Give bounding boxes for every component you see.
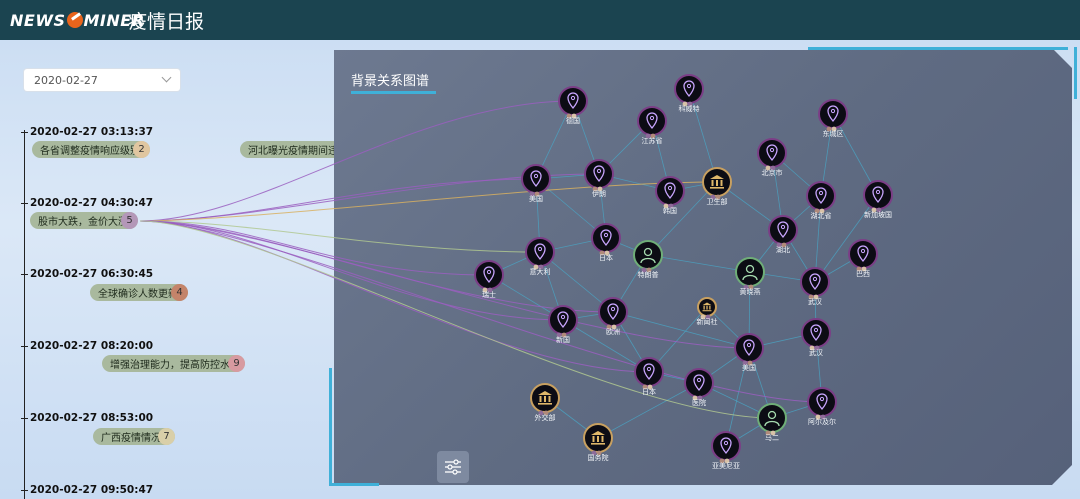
graph-node-riben2[interactable]: 日本 [634, 357, 664, 396]
node-label: 武汉 [808, 297, 822, 306]
graph-node-yilang[interactable]: 伊朗 [584, 159, 614, 198]
event-link-curve [139, 220, 773, 419]
graph-node-xinwenshe[interactable]: 新闻社 [697, 297, 718, 326]
graph-node-hanguo[interactable]: 韩国 [655, 176, 685, 215]
node-circle [548, 305, 578, 335]
node-label: 意大利 [530, 267, 551, 276]
node-label: 欧洲 [606, 327, 620, 336]
graph-node-xinjiapo[interactable]: 新加坡国 [863, 180, 893, 219]
node-circle [584, 159, 614, 189]
event-link-curve [139, 220, 650, 373]
node-circle [806, 181, 836, 211]
node-label: 新加坡国 [864, 210, 892, 219]
node-circle [634, 357, 664, 387]
graph-node-ouzhou[interactable]: 欧洲 [598, 297, 628, 336]
node-circle [801, 318, 831, 348]
sliders-icon [445, 459, 461, 475]
node-label: 卫生部 [707, 197, 728, 206]
node-circle [800, 267, 830, 297]
node-label: 武汉 [809, 348, 823, 357]
node-label: 阿尔及尔 [808, 417, 836, 426]
node-label: 国务院 [588, 453, 609, 462]
graph-edge [647, 254, 751, 273]
graph-node-ruishi[interactable]: 瑞士 [474, 260, 504, 299]
graph-node-yaxiya[interactable]: 亚美尼亚 [711, 431, 741, 470]
node-circle [591, 223, 621, 253]
graph-node-ajier[interactable]: 阿尔及尔 [807, 387, 837, 426]
graph-node-telangpu[interactable]: 特朗普 [633, 240, 663, 279]
graph-node-meiguo2[interactable]: 美国 [734, 333, 764, 372]
node-circle [598, 297, 628, 327]
node-circle [655, 176, 685, 206]
graph-node-weishengbu[interactable]: 卫生部 [702, 167, 732, 206]
node-label: 美国 [742, 363, 756, 372]
node-label: 马二 [765, 434, 779, 442]
graph-node-xinguo[interactable]: 新国 [548, 305, 578, 344]
graph-node-ma[interactable]: 马二 [757, 403, 787, 442]
graph-node-yidali[interactable]: 意大利 [525, 237, 555, 276]
graph-settings-button[interactable] [437, 451, 469, 483]
graph-node-baxi[interactable]: 巴西 [848, 239, 878, 278]
node-circle [807, 387, 837, 417]
node-circle [674, 74, 704, 104]
node-circle [474, 260, 504, 290]
node-circle [711, 431, 741, 461]
node-label: 日本 [642, 387, 656, 396]
graph-node-waijiaobu[interactable]: 外交部 [530, 383, 560, 422]
graph-node-hubei[interactable]: 湖北省 [806, 181, 836, 220]
graph-node-wuhan[interactable]: 武汉 [800, 267, 830, 306]
node-circle [734, 333, 764, 363]
relation-graph[interactable]: 德国科威特江苏省东城区北京市美国伊朗韩国卫生部湖北省 新加坡国湖北日本意大利 特朗普… [0, 0, 1080, 499]
node-circle [525, 237, 555, 267]
node-circle [637, 106, 667, 136]
event-link-curve [139, 100, 574, 222]
node-circle [558, 86, 588, 116]
graph-node-beijing[interactable]: 北京市 [757, 138, 787, 177]
node-label: 巴西 [856, 270, 870, 278]
graph-node-riben1[interactable]: 日本 [591, 223, 621, 262]
graph-node-kelunbu[interactable]: 科威特 [674, 74, 704, 113]
graph-node-hubei2[interactable]: 湖北 [768, 215, 798, 254]
graph-node-yiyuan[interactable]: 医院 [684, 368, 714, 407]
graph-node-wuhan2[interactable]: 武汉 [801, 318, 831, 357]
node-label: 北京市 [762, 168, 783, 177]
node-circle [521, 164, 551, 194]
node-label: 伊朗 [592, 189, 606, 198]
node-label: 湖北 [776, 245, 790, 254]
node-label: 江苏省 [642, 136, 663, 145]
node-circle [757, 138, 787, 168]
node-label: 医院 [692, 398, 706, 407]
node-label: 外交部 [535, 413, 556, 422]
node-label: 韩国 [663, 206, 677, 215]
node-label: 特朗普 [638, 270, 659, 279]
node-label: 德国 [566, 116, 580, 125]
node-label: 日本 [599, 253, 613, 262]
node-label: 新国 [556, 335, 570, 344]
node-label: 东城区 [823, 129, 844, 138]
node-label: 科威特 [679, 104, 700, 113]
graph-node-dongcheng[interactable]: 东城区 [818, 99, 848, 138]
graph-node-jiangsu[interactable]: 江苏省 [637, 106, 667, 145]
node-label: 新闻社 [697, 317, 718, 326]
node-label: 亚美尼亚 [712, 461, 740, 470]
node-circle [863, 180, 893, 210]
node-label: 美国 [529, 194, 543, 203]
graph-node-deguo[interactable]: 德国 [558, 86, 588, 125]
node-label: 黄晓燕 [740, 287, 761, 296]
graph-node-meiguo1[interactable]: 美国 [521, 164, 551, 203]
node-circle [848, 239, 878, 269]
graph-node-huangxiaoyan[interactable]: 黄晓燕 [735, 257, 765, 296]
node-circle [684, 368, 714, 398]
node-circle [768, 215, 798, 245]
graph-node-guowuyuan[interactable]: 国务院 [583, 423, 613, 462]
node-circle [818, 99, 848, 129]
node-label: 湖北省 [811, 211, 832, 220]
node-label: 瑞士 [482, 290, 496, 299]
